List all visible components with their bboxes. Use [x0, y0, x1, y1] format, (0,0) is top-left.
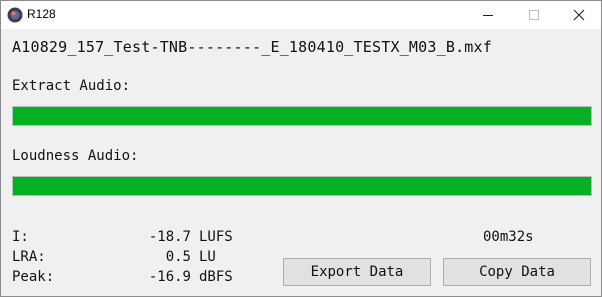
app-window: R128 A10829_157_Test-TNB--------_E_18041… — [0, 0, 602, 297]
integrated-loudness-label: I: — [12, 229, 29, 245]
peak-unit: dBFS — [199, 269, 233, 285]
minimize-button[interactable] — [465, 1, 511, 29]
window-title: R128 — [27, 7, 56, 21]
lra-value: 0.5 — [165, 249, 191, 265]
app-icon — [7, 7, 23, 23]
integrated-loudness-value: -18.7 — [148, 229, 191, 245]
extract-audio-progress-fill — [13, 107, 591, 125]
export-data-button[interactable]: Export Data — [283, 258, 431, 286]
close-button[interactable] — [556, 1, 602, 29]
extract-audio-progress — [12, 106, 592, 126]
integrated-loudness-unit: LUFS — [199, 229, 233, 245]
title-bar[interactable]: R128 — [1, 1, 601, 29]
lra-label: LRA: — [12, 249, 46, 265]
loudness-audio-progress — [12, 176, 592, 196]
maximize-icon — [528, 6, 540, 25]
loudness-audio-progress-fill — [13, 177, 591, 195]
minimize-icon — [482, 6, 494, 25]
file-name: A10829_157_Test-TNB--------_E_180410_TES… — [12, 38, 492, 56]
peak-label: Peak: — [12, 269, 55, 285]
close-icon — [573, 6, 585, 25]
extract-audio-label: Extract Audio: — [12, 78, 131, 94]
loudness-audio-label: Loudness Audio: — [12, 148, 139, 164]
main-panel: A10829_157_Test-TNB--------_E_180410_TES… — [1, 29, 601, 296]
elapsed-time: 00m32s — [483, 229, 534, 245]
peak-value: -16.9 — [148, 269, 191, 285]
copy-data-button[interactable]: Copy Data — [443, 258, 591, 286]
lra-unit: LU — [199, 249, 216, 265]
maximize-button[interactable] — [511, 1, 557, 29]
